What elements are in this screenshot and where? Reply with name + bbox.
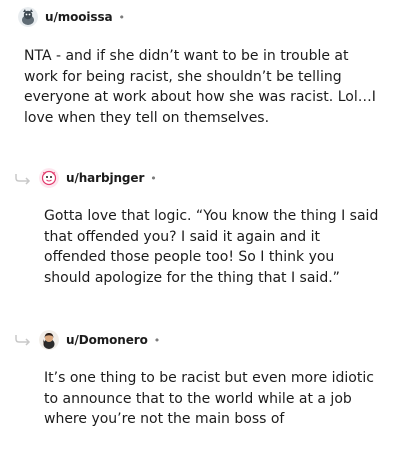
- comment: u/mooissa • NTA - and if she didn’t want…: [0, 5, 400, 126]
- comment-reply: u/harbjnger • Gotta love that logic. “Yo…: [0, 166, 400, 286]
- comment-header: u/mooissa •: [18, 5, 400, 29]
- avatar-icon[interactable]: [39, 168, 59, 188]
- comment-header: u/Domonero •: [39, 328, 400, 352]
- comment-reply: u/Domonero • It’s one thing to be racist…: [0, 328, 400, 427]
- comment-body: NTA - and if she didn’t want to be in tr…: [24, 48, 376, 126]
- separator-dot: •: [153, 333, 161, 347]
- separator-dot: •: [150, 171, 157, 185]
- username[interactable]: u/Domonero: [66, 333, 148, 347]
- comment-body: It’s one thing to be racist but even mor…: [44, 370, 374, 427]
- avatar-icon[interactable]: [18, 7, 38, 27]
- separator-dot: •: [118, 10, 126, 24]
- username[interactable]: u/mooissa: [45, 10, 113, 24]
- comment-body: Gotta love that logic. “You know the thi…: [44, 208, 379, 286]
- avatar-icon[interactable]: [39, 330, 59, 350]
- username[interactable]: u/harbjnger: [66, 171, 144, 185]
- comment-header: u/harbjnger •: [39, 166, 400, 190]
